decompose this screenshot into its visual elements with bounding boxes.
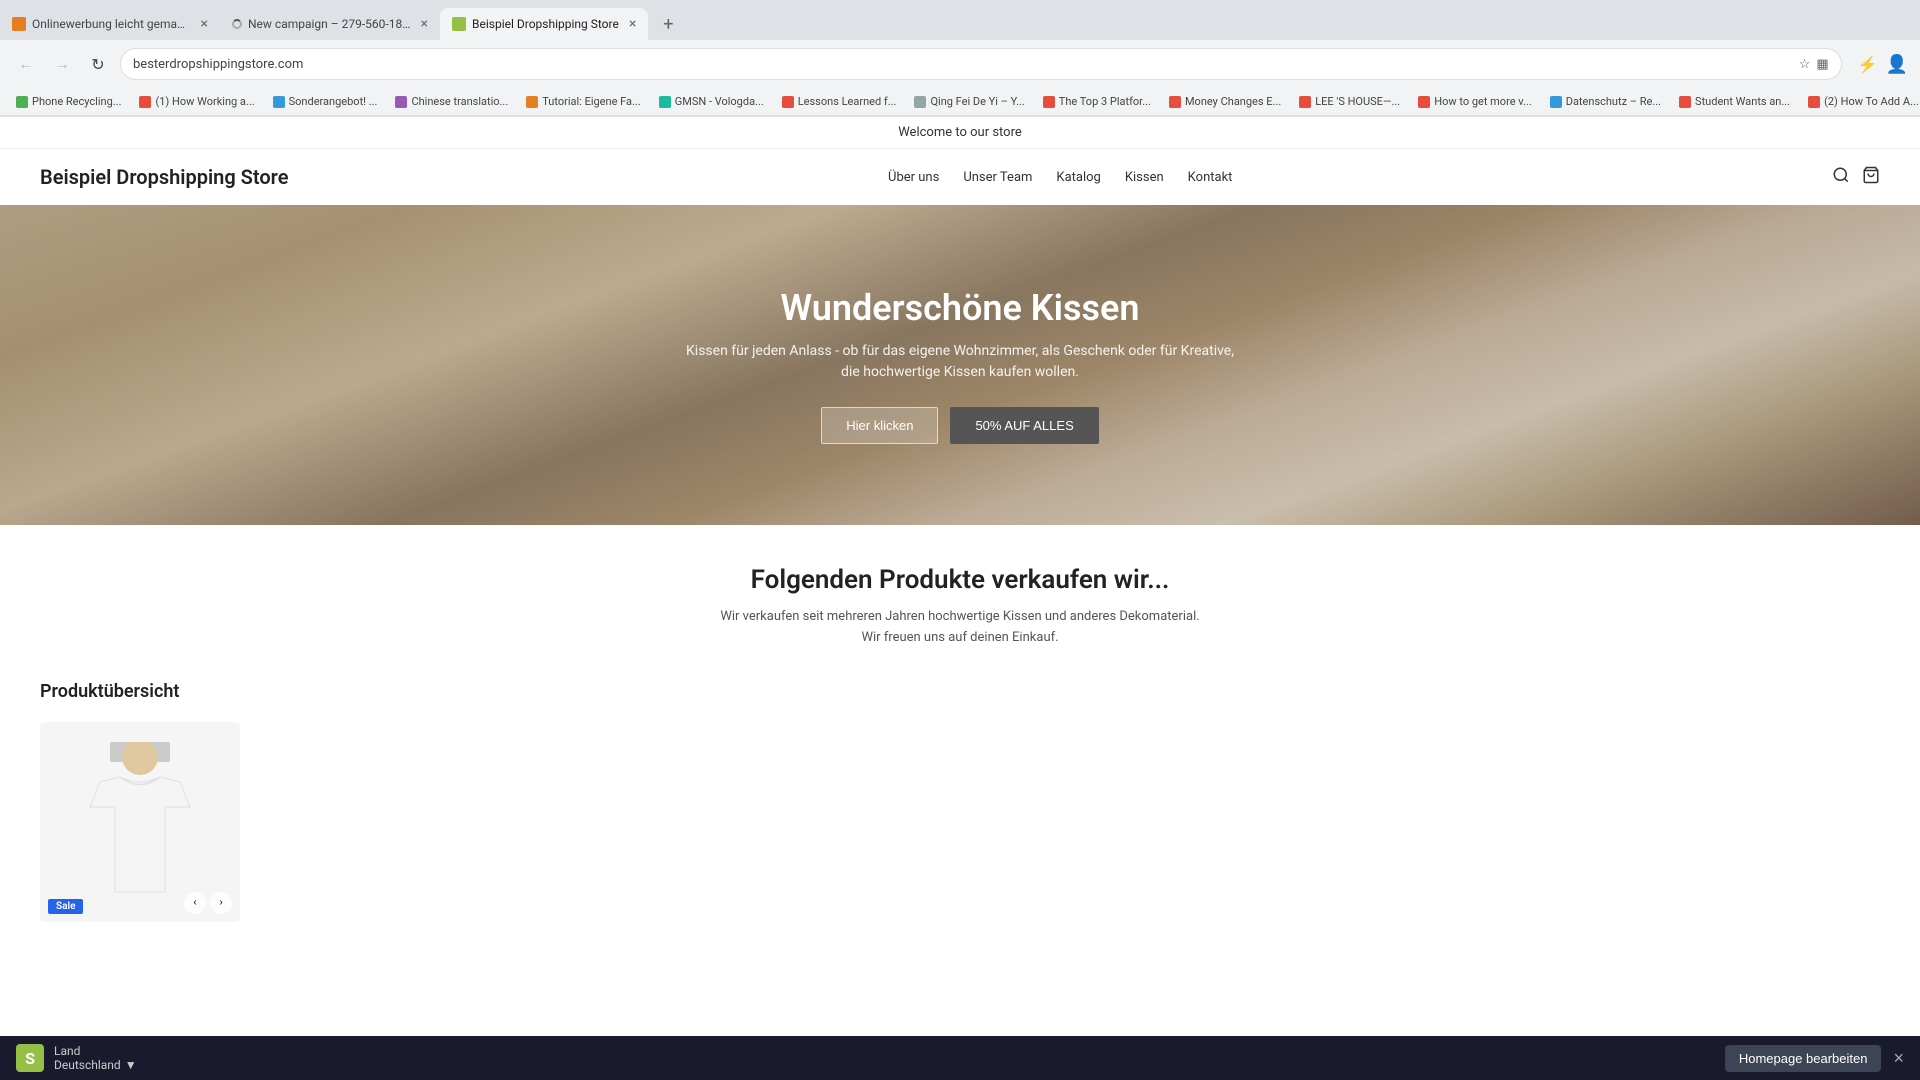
bookmark-1[interactable]: Phone Recycling... bbox=[8, 93, 129, 110]
products-section: Folgenden Produkte verkaufen wir... Wir … bbox=[0, 525, 1920, 962]
url-text: besterdropshippingstore.com bbox=[133, 57, 1799, 72]
tab-bar: Onlinewerbung leicht gemach... × New cam… bbox=[0, 0, 1920, 40]
tab-close-1[interactable]: × bbox=[201, 16, 208, 32]
bookmark-13[interactable]: Datenschutz – Re... bbox=[1542, 93, 1669, 110]
shopify-bar-close-button[interactable]: × bbox=[1893, 1048, 1904, 1069]
product-image-1: Sale ‹ › bbox=[40, 722, 240, 922]
browser-actions: ⚡ 👤 bbox=[1858, 54, 1908, 75]
tab-favicon-3 bbox=[452, 17, 466, 31]
chevron-down-icon: ▼ bbox=[125, 1058, 137, 1072]
bookmark-12[interactable]: How to get more v... bbox=[1410, 93, 1540, 110]
store-page: Welcome to our store Beispiel Dropshippi… bbox=[0, 117, 1920, 962]
bookmark-3[interactable]: Sonderangebot! ... bbox=[265, 93, 386, 110]
address-bar: ← → ↻ besterdropshippingstore.com ☆ ▦ ⚡ … bbox=[0, 40, 1920, 88]
hero-buttons: Hier klicken 50% AUF ALLES bbox=[680, 407, 1240, 444]
nav-kissen[interactable]: Kissen bbox=[1125, 170, 1164, 185]
country-selector[interactable]: Deutschland ▼ bbox=[54, 1058, 137, 1072]
store-nav: Über uns Unser Team Katalog Kissen Konta… bbox=[888, 170, 1232, 185]
shopify-country-section: Land Deutschland ▼ bbox=[54, 1044, 137, 1072]
tab-title-2: New campaign – 279-560-18... bbox=[248, 17, 411, 31]
tab-close-3[interactable]: × bbox=[629, 16, 636, 32]
nav-katalog[interactable]: Katalog bbox=[1056, 170, 1100, 185]
tab-close-2[interactable]: × bbox=[421, 16, 428, 32]
tab-loading-2 bbox=[232, 19, 242, 29]
reload-button[interactable]: ↻ bbox=[84, 50, 112, 78]
bookmark-14[interactable]: Student Wants an... bbox=[1671, 93, 1798, 110]
hero-content: Wunderschöne Kissen Kissen für jeden Anl… bbox=[660, 267, 1260, 464]
product-next-button[interactable]: › bbox=[210, 892, 232, 914]
products-grid: Sale ‹ › bbox=[40, 722, 1880, 922]
bookmark-4[interactable]: Chinese translatio... bbox=[387, 93, 516, 110]
nav-unser-team[interactable]: Unser Team bbox=[963, 170, 1032, 185]
country-label: Land bbox=[54, 1044, 137, 1058]
back-button[interactable]: ← bbox=[12, 50, 40, 78]
section-title: Folgenden Produkte verkaufen wir... bbox=[40, 565, 1880, 595]
bookmarks-bar: Phone Recycling... (1) How Working a... … bbox=[0, 88, 1920, 116]
hero-section: Wunderschöne Kissen Kissen für jeden Anl… bbox=[0, 205, 1920, 525]
url-bar[interactable]: besterdropshippingstore.com ☆ ▦ bbox=[120, 48, 1842, 80]
new-tab-button[interactable]: + bbox=[652, 8, 684, 40]
product-prev-button[interactable]: ‹ bbox=[184, 892, 206, 914]
shopify-bar-left: S Land Deutschland ▼ bbox=[16, 1044, 137, 1072]
extensions-icon[interactable]: ⚡ bbox=[1858, 55, 1878, 74]
bookmark-9[interactable]: The Top 3 Platfor... bbox=[1035, 93, 1159, 110]
cart-button[interactable] bbox=[1862, 166, 1880, 189]
browser-chrome: Onlinewerbung leicht gemach... × New cam… bbox=[0, 0, 1920, 117]
edit-homepage-button[interactable]: Homepage bearbeiten bbox=[1725, 1045, 1882, 1072]
tab-favicon-1 bbox=[12, 17, 26, 31]
store-header: Beispiel Dropshipping Store Über uns Uns… bbox=[0, 149, 1920, 205]
welcome-text: Welcome to our store bbox=[898, 125, 1022, 140]
nav-uber-uns[interactable]: Über uns bbox=[888, 170, 939, 185]
forward-button[interactable]: → bbox=[48, 50, 76, 78]
bookmark-11[interactable]: LEE 'S HOUSE—... bbox=[1291, 93, 1408, 110]
country-name: Deutschland bbox=[54, 1058, 121, 1072]
bookmark-15[interactable]: (2) How To Add A... bbox=[1800, 93, 1920, 110]
hero-subtitle: Kissen für jeden Anlass - ob für das eig… bbox=[680, 341, 1240, 383]
tab-title-1: Onlinewerbung leicht gemach... bbox=[32, 17, 191, 31]
section-subtitle: Wir verkaufen seit mehreren Jahren hochw… bbox=[710, 607, 1210, 649]
store-icons bbox=[1832, 166, 1880, 189]
tab-3[interactable]: Beispiel Dropshipping Store × bbox=[440, 8, 648, 40]
shopify-logo: S bbox=[16, 1044, 44, 1072]
sale-badge: Sale bbox=[48, 899, 83, 914]
nav-kontakt[interactable]: Kontakt bbox=[1188, 170, 1233, 185]
bookmark-7[interactable]: Lessons Learned f... bbox=[774, 93, 905, 110]
product-card-1[interactable]: Sale ‹ › bbox=[40, 722, 240, 922]
bookmark-6[interactable]: GMSN - Vologda... bbox=[651, 93, 772, 110]
tab-1[interactable]: Onlinewerbung leicht gemach... × bbox=[0, 8, 220, 40]
hero-secondary-button[interactable]: 50% AUF ALLES bbox=[950, 407, 1098, 444]
welcome-bar: Welcome to our store bbox=[0, 117, 1920, 149]
profile-icon[interactable]: 👤 bbox=[1886, 54, 1908, 75]
screenshot-icon[interactable]: ▦ bbox=[1816, 57, 1828, 72]
tab-2[interactable]: New campaign – 279-560-18... × bbox=[220, 8, 440, 40]
bookmark-2[interactable]: (1) How Working a... bbox=[131, 93, 262, 110]
hero-title: Wunderschöne Kissen bbox=[680, 287, 1240, 329]
shopify-bar-right: Homepage bearbeiten × bbox=[1725, 1045, 1904, 1072]
bookmark-8[interactable]: Qing Fei De Yi – Y... bbox=[906, 93, 1032, 110]
tab-title-3: Beispiel Dropshipping Store bbox=[472, 17, 619, 31]
store-logo[interactable]: Beispiel Dropshipping Store bbox=[40, 165, 288, 189]
bookmark-10[interactable]: Money Changes E... bbox=[1161, 93, 1289, 110]
bookmark-star-icon[interactable]: ☆ bbox=[1799, 57, 1811, 72]
subsection-title: Produktübersicht bbox=[40, 681, 1880, 702]
search-button[interactable] bbox=[1832, 166, 1850, 189]
hero-primary-button[interactable]: Hier klicken bbox=[821, 407, 938, 444]
product-nav: ‹ › bbox=[184, 892, 232, 914]
shopify-bar: S Land Deutschland ▼ Homepage bearbeiten… bbox=[0, 1036, 1920, 1080]
url-icons: ☆ ▦ bbox=[1799, 57, 1829, 72]
bookmark-5[interactable]: Tutorial: Eigene Fa... bbox=[518, 93, 649, 110]
